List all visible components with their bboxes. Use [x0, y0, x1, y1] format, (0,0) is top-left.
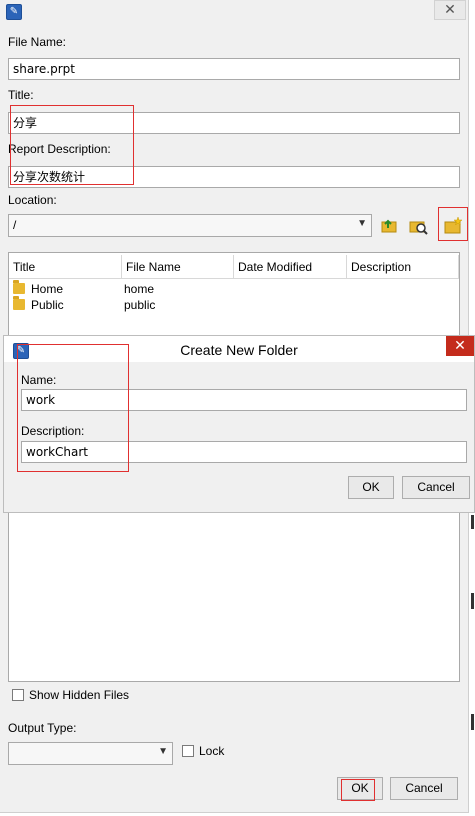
column-header-file-name[interactable]: File Name [122, 255, 234, 279]
lock-label: Lock [199, 744, 225, 758]
row-title: Public [31, 298, 64, 312]
row-title: Home [31, 282, 64, 296]
create-new-folder-dialog: ✎ Create New Folder ✕ Name: work Descrip… [3, 335, 475, 513]
lock-checkbox[interactable] [182, 745, 194, 757]
column-header-description[interactable]: Description [347, 255, 459, 279]
new-folder-icon[interactable] [442, 216, 464, 236]
close-button[interactable]: ✕ [434, 0, 466, 20]
app-icon: ✎ [6, 4, 22, 20]
close-button[interactable]: ✕ [446, 336, 474, 356]
row-file-name: home [124, 282, 155, 296]
report-description-field[interactable]: 分享次数统计 [8, 166, 460, 188]
table-row[interactable]: Home home [10, 280, 458, 297]
title-label: Title: [8, 88, 34, 102]
location-label: Location: [8, 193, 57, 207]
cancel-button[interactable]: Cancel [402, 476, 470, 499]
dialog-title: Create New Folder [180, 342, 298, 358]
location-select[interactable]: / ▼ [8, 214, 372, 237]
browse-folder-icon[interactable] [407, 216, 429, 236]
close-icon: ✕ [444, 2, 456, 18]
show-hidden-files-checkbox[interactable] [12, 689, 24, 701]
column-header-date-modified[interactable]: Date Modified [234, 255, 347, 279]
ok-button[interactable]: OK [337, 777, 383, 800]
report-description-label: Report Description: [8, 142, 111, 156]
description-field[interactable]: workChart [21, 441, 467, 463]
folder-icon [13, 280, 25, 294]
scrollbar-fragment [471, 593, 474, 609]
name-label: Name: [21, 373, 57, 387]
table-row[interactable]: Public public [10, 296, 458, 313]
name-field[interactable]: work [21, 389, 467, 411]
output-type-select[interactable]: ▼ [8, 742, 173, 765]
folder-icon [13, 296, 25, 310]
title-field[interactable]: 分享 [8, 112, 460, 134]
output-type-label: Output Type: [8, 721, 77, 735]
row-file-name: public [124, 298, 156, 312]
close-icon: ✕ [454, 338, 466, 354]
scrollbar-fragment [471, 515, 474, 529]
location-value: / [13, 218, 17, 232]
chevron-down-icon: ▼ [357, 218, 367, 229]
file-name-field[interactable]: share.prpt [8, 58, 460, 80]
show-hidden-files-label: Show Hidden Files [29, 688, 130, 702]
ok-button[interactable]: OK [348, 476, 394, 499]
column-header-title[interactable]: Title [9, 255, 122, 279]
up-folder-icon[interactable] [379, 216, 401, 236]
file-name-label: File Name: [8, 35, 67, 49]
description-label: Description: [21, 424, 85, 438]
cancel-button[interactable]: Cancel [390, 777, 458, 800]
scrollbar-fragment [471, 714, 474, 730]
chevron-down-icon: ▼ [158, 746, 168, 757]
